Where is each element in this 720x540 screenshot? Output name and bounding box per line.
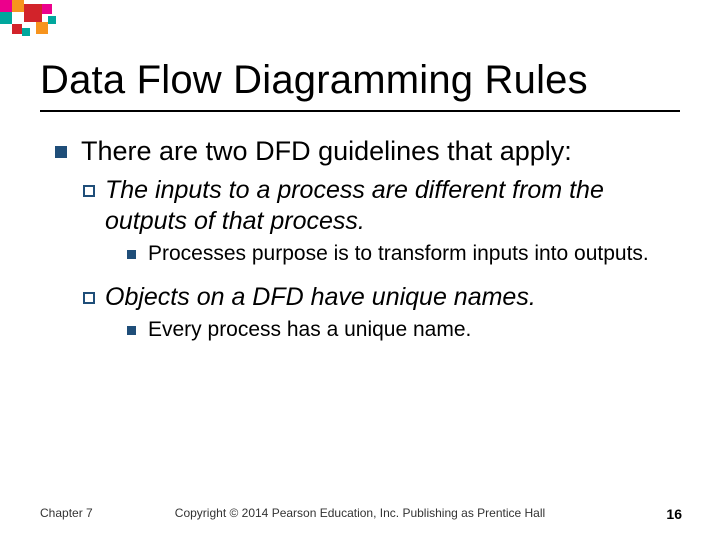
corner-decoration — [0, 0, 100, 50]
square-bullet-icon — [55, 146, 67, 158]
bullet-level3: Every process has a unique name. — [127, 317, 675, 343]
small-square-bullet-icon — [127, 326, 136, 335]
hollow-square-bullet-icon — [83, 292, 95, 304]
slide-body: There are two DFD guidelines that apply:… — [55, 135, 675, 357]
bullet-text: Every process has a unique name. — [148, 317, 675, 343]
small-square-bullet-icon — [127, 250, 136, 259]
bullet-text: Objects on a DFD have unique names. — [105, 282, 675, 313]
hollow-square-bullet-icon — [83, 185, 95, 197]
bullet-level2: Objects on a DFD have unique names. — [83, 282, 675, 313]
bullet-text: There are two DFD guidelines that apply: — [81, 135, 675, 169]
slide-title: Data Flow Diagramming Rules — [40, 58, 588, 103]
bullet-level1: There are two DFD guidelines that apply: — [55, 135, 675, 169]
bullet-text: The inputs to a process are different fr… — [105, 175, 675, 238]
bullet-level3: Processes purpose is to transform inputs… — [127, 241, 675, 267]
footer-page-number: 16 — [666, 506, 682, 522]
bullet-level2: The inputs to a process are different fr… — [83, 175, 675, 238]
footer-copyright: Copyright © 2014 Pearson Education, Inc.… — [0, 506, 720, 520]
title-underline — [40, 110, 680, 112]
bullet-text: Processes purpose is to transform inputs… — [148, 241, 675, 267]
